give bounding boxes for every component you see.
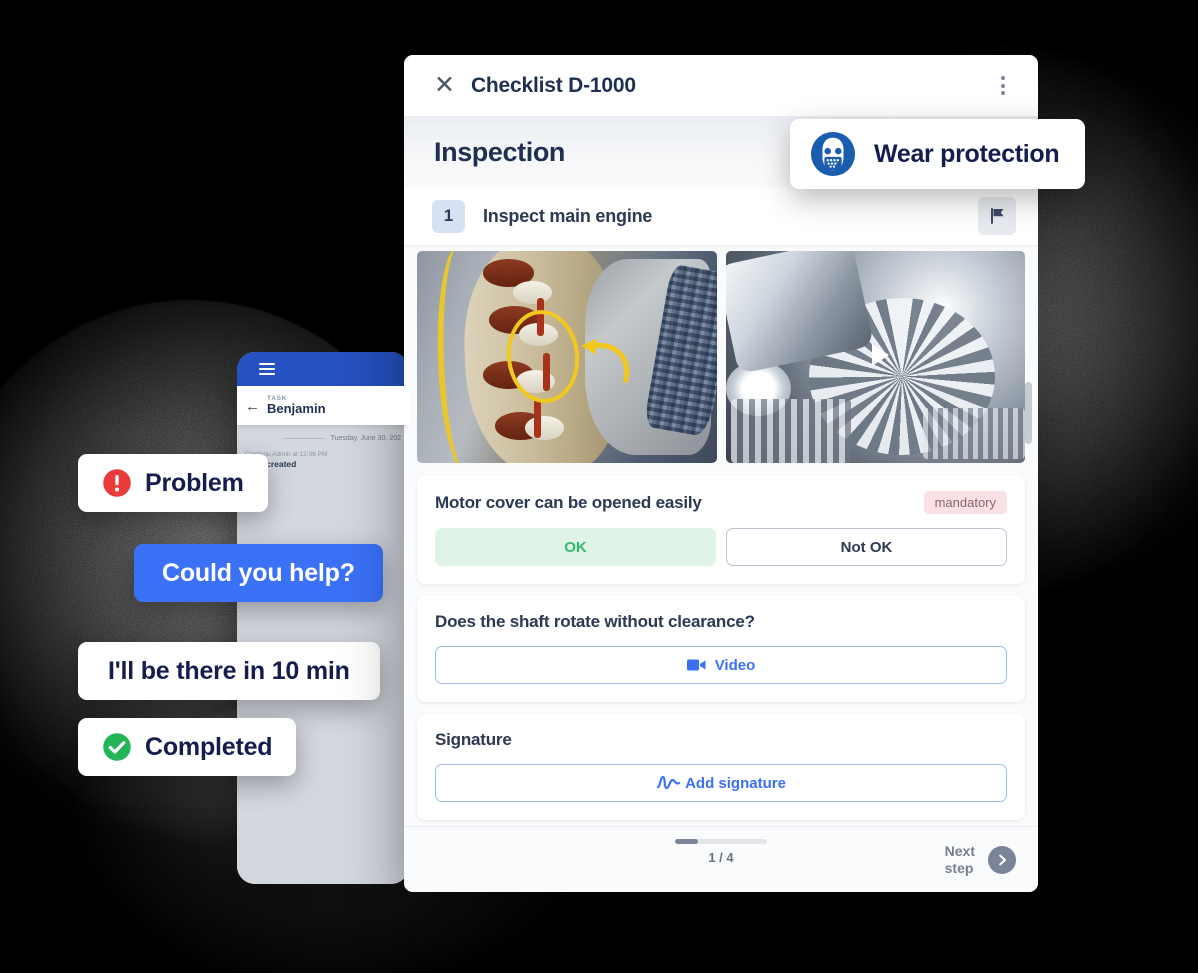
next-step-label: Next step xyxy=(945,843,975,875)
phone-event-meta: Cioplenu Admin at 12:06 PM xyxy=(245,451,328,459)
chip-label: Could you help? xyxy=(162,558,355,587)
question-header: Motor cover can be opened easily mandato… xyxy=(435,491,1007,514)
phone-feed-item: Cioplenu Admin at 12:06 PM Task created xyxy=(245,451,401,469)
progress-track xyxy=(675,839,767,844)
step-row[interactable]: 1 Inspect main engine xyxy=(404,187,1038,246)
flag-icon xyxy=(990,208,1003,224)
question-card-signature: Signature Add signature xyxy=(417,714,1025,820)
answer-ok-button[interactable]: OK xyxy=(435,528,716,566)
phone-task-header: ← TASK Benjamin xyxy=(237,386,409,426)
scrollbar-thumb[interactable] xyxy=(1025,382,1032,444)
gear-teeth-right xyxy=(923,407,1025,459)
media-row xyxy=(404,246,1038,463)
chip-label: Completed xyxy=(145,732,273,761)
next-step-line1: Next xyxy=(944,843,975,860)
gear-teeth-left xyxy=(731,399,852,463)
close-icon[interactable]: ✕ xyxy=(434,73,455,98)
video-button[interactable]: Video xyxy=(435,646,1007,684)
page-title: Checklist D-1000 xyxy=(470,73,636,97)
checklist-scroll-area: Motor cover can be opened easily mandato… xyxy=(404,246,1038,826)
screenshot-root: ← TASK Benjamin Tuesday, June 30, 202 Ci… xyxy=(0,0,1198,973)
phone-date-divider: Tuesday, June 30, 202 xyxy=(245,435,401,442)
wear-protection-badge: Wear protection xyxy=(790,119,1086,189)
flag-button[interactable] xyxy=(978,197,1016,235)
question-card-1: Motor cover can be opened easily mandato… xyxy=(417,475,1025,584)
chip-eta: I'll be there in 10 min xyxy=(78,642,380,700)
card-footer: 1 / 4 Next step xyxy=(404,826,1038,892)
question-card-2: Does the shaft rotate without clearance?… xyxy=(417,596,1025,702)
add-signature-button[interactable]: Add signature xyxy=(435,764,1007,802)
add-signature-label: Add signature xyxy=(685,774,786,792)
chip-label: Problem xyxy=(145,468,244,497)
step-number-badge: 1 xyxy=(432,199,465,233)
gearbox-video-thumbnail[interactable] xyxy=(725,251,1025,463)
respirator-mask-icon xyxy=(810,131,856,177)
next-step-button[interactable]: Next step xyxy=(945,843,1016,876)
next-step-line2: step xyxy=(944,859,974,876)
phone-task-name: Benjamin xyxy=(267,401,326,416)
step-label: Inspect main engine xyxy=(483,205,653,226)
alert-exclamation-icon xyxy=(103,469,131,497)
phone-mockup: ← TASK Benjamin Tuesday, June 30, 202 Ci… xyxy=(237,352,409,884)
wear-protection-label: Wear protection xyxy=(874,139,1060,168)
hamburger-menu-icon[interactable] xyxy=(259,360,275,378)
chevron-right-icon[interactable] xyxy=(988,845,1016,874)
question-title: Motor cover can be opened easily xyxy=(435,492,702,512)
phone-event-title: Task created xyxy=(245,459,297,470)
chip-label: I'll be there in 10 min xyxy=(108,656,350,685)
signature-label: Signature xyxy=(435,730,512,749)
divider-line xyxy=(282,438,325,440)
play-button-icon[interactable] xyxy=(872,344,890,367)
motor-windings-photo[interactable] xyxy=(417,251,717,463)
chip-problem: Problem xyxy=(78,454,268,512)
mandatory-badge: mandatory xyxy=(923,491,1007,514)
question-title: Does the shaft rotate without clearance? xyxy=(435,612,755,631)
video-button-label: Video xyxy=(714,656,756,674)
annotation-arrow-icon xyxy=(580,338,629,384)
answer-not-ok-button[interactable]: Not OK xyxy=(726,528,1007,566)
signature-squiggle-icon xyxy=(656,775,681,790)
check-circle-icon xyxy=(103,733,131,761)
card-scrollbar[interactable] xyxy=(1025,382,1032,826)
chip-could-you-help: Could you help? xyxy=(134,544,383,602)
phone-app-bar xyxy=(237,352,409,386)
arrow-left-icon[interactable]: ← xyxy=(245,399,260,416)
card-top-bar: ✕ Checklist D-1000 xyxy=(404,55,1038,117)
section-title: Inspection xyxy=(434,136,566,167)
phone-date-label: Tuesday, June 30, 202 xyxy=(330,435,401,443)
progress-label: 1 / 4 xyxy=(708,850,734,865)
kebab-menu-icon[interactable] xyxy=(995,70,1011,101)
video-camera-icon xyxy=(686,659,706,671)
progress-fill xyxy=(675,839,698,844)
chip-completed: Completed xyxy=(78,718,297,776)
answer-button-row: OK Not OK xyxy=(435,528,1007,566)
step-progress: 1 / 4 xyxy=(404,839,1038,865)
